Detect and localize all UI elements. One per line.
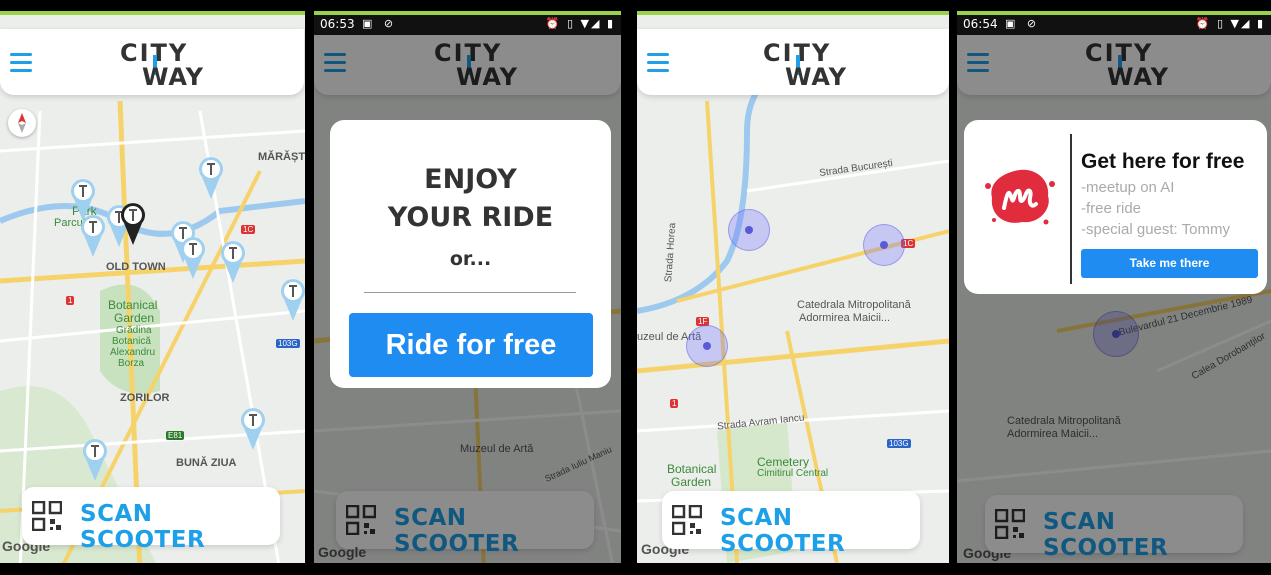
menu-icon[interactable]	[647, 53, 669, 72]
scooter-pin[interactable]	[80, 213, 106, 257]
event-location-marker[interactable]	[728, 209, 770, 251]
app-header: CITY WAY	[637, 29, 949, 95]
map-label-botanical: Botanical	[667, 462, 717, 476]
card-title: Get here for free	[1081, 150, 1245, 173]
scan-scooter-button[interactable]: SCAN SCOOTER	[662, 491, 920, 557]
status-bar: 06:54 ▣ ⊘ ⏰ ▯ ▼◢ ▮	[957, 15, 1271, 35]
status-bar: 06:53 ▣ ⊘ ⏰ ▯ ▼◢ ▮	[314, 15, 621, 35]
qr-code-icon	[32, 501, 62, 531]
road-badge-1c: 1C	[241, 225, 256, 234]
map-label-gradina: Grădina	[116, 325, 152, 336]
app-header: CITY WAY	[0, 29, 304, 95]
qr-code-icon	[672, 505, 702, 535]
compass-icon[interactable]	[8, 109, 36, 137]
map-label-garden: Garden	[671, 475, 712, 489]
enjoy-heading-line2: YOUR RIDE	[387, 202, 554, 233]
scooter-pin-selected[interactable]	[120, 201, 146, 245]
map-label-catedrala: Catedrala Mitropolitană	[797, 299, 911, 311]
map-label-cimitirul: Cimitirul Central	[757, 468, 829, 479]
event-location-marker[interactable]	[863, 224, 905, 266]
map-label-marasti: MĂRĂȘTI	[258, 151, 305, 163]
status-bar-accent	[637, 11, 949, 15]
road-badge-1: 1	[670, 399, 679, 408]
meetup-logo-icon	[985, 169, 1055, 225]
map-label-botanical: Botanical	[108, 298, 158, 312]
scooter-pin[interactable]	[240, 406, 266, 450]
notification-icons: ▣ ⊘	[362, 17, 398, 30]
screen-map-scooters: MĂRĂȘTI Park Parcul OLD TOWN Botanical G…	[0, 11, 305, 563]
enjoy-ride-dialog: ENJOY YOUR RIDE or... Ride for free	[330, 120, 611, 388]
scooter-pin[interactable]	[180, 235, 206, 279]
notification-icons: ▣ ⊘	[1005, 17, 1041, 30]
screen-event-card: Bulevardul 21 Decembrie 1989 Calea Dorob…	[957, 11, 1271, 563]
map-label-zorilor: ZORILOR	[120, 392, 170, 404]
menu-icon[interactable]	[10, 53, 32, 72]
road-badge-1: 1	[66, 296, 75, 305]
card-divider	[1070, 134, 1072, 284]
map-label-old-town: OLD TOWN	[106, 261, 166, 273]
system-icons: ⏰ ▯ ▼◢ ▮	[545, 17, 615, 30]
event-location-marker[interactable]	[686, 325, 728, 367]
map-label-alexandru: Alexandru	[110, 347, 156, 358]
screen-map-events: Strada București Strada Horea Catedrala …	[637, 11, 949, 563]
status-time: 06:54	[963, 17, 998, 31]
event-card: Get here for free -meetup on AI -free ri…	[964, 120, 1267, 294]
card-detail: -meetup on AI	[1081, 179, 1175, 196]
ride-for-free-button[interactable]: Ride for free	[349, 313, 593, 377]
scan-scooter-label: SCAN SCOOTER	[80, 501, 206, 553]
scooter-pin[interactable]	[220, 239, 246, 283]
app-logo: CITY WAY	[120, 39, 205, 91]
app-logo: CITY WAY	[763, 39, 848, 91]
map-label-borza: Borza	[118, 358, 145, 369]
scan-scooter-label: SCAN SCOOTER	[720, 505, 846, 557]
scooter-pin[interactable]	[280, 277, 305, 321]
status-bar-accent	[957, 11, 1271, 15]
status-bar-accent	[314, 11, 621, 15]
system-icons: ⏰ ▯ ▼◢ ▮	[1195, 17, 1265, 30]
card-detail: -free ride	[1081, 200, 1142, 217]
map-label-garden: Garden	[114, 311, 155, 325]
map-label-buna-ziua: BUNĂ ZIUA	[176, 457, 237, 469]
map-label-botanica: Botanică	[112, 336, 151, 347]
screen-enjoy-ride: Muzeul de Artă Strada Iuliu Maniu CITY W…	[314, 11, 621, 563]
scan-scooter-button[interactable]: SCAN SCOOTER	[22, 487, 280, 553]
status-bar-faded	[0, 15, 305, 29]
or-text: or...	[449, 248, 492, 270]
map-label-cemetery: Cemetery	[757, 455, 810, 469]
road-badge-e81: E81	[166, 431, 185, 440]
road-badge-103g: 103G	[887, 439, 911, 448]
scooter-pin[interactable]	[198, 155, 224, 199]
enjoy-heading-line1: ENJOY	[424, 164, 517, 195]
scooter-pin[interactable]	[82, 437, 108, 481]
status-time: 06:53	[320, 17, 355, 31]
take-me-there-button[interactable]: Take me there	[1081, 249, 1258, 278]
map-label-adormirea: Adormirea Maicii...	[799, 312, 891, 324]
divider	[364, 292, 576, 293]
road-badge-103g: 103G	[276, 339, 300, 348]
card-detail: -special guest: Tommy	[1081, 221, 1230, 238]
